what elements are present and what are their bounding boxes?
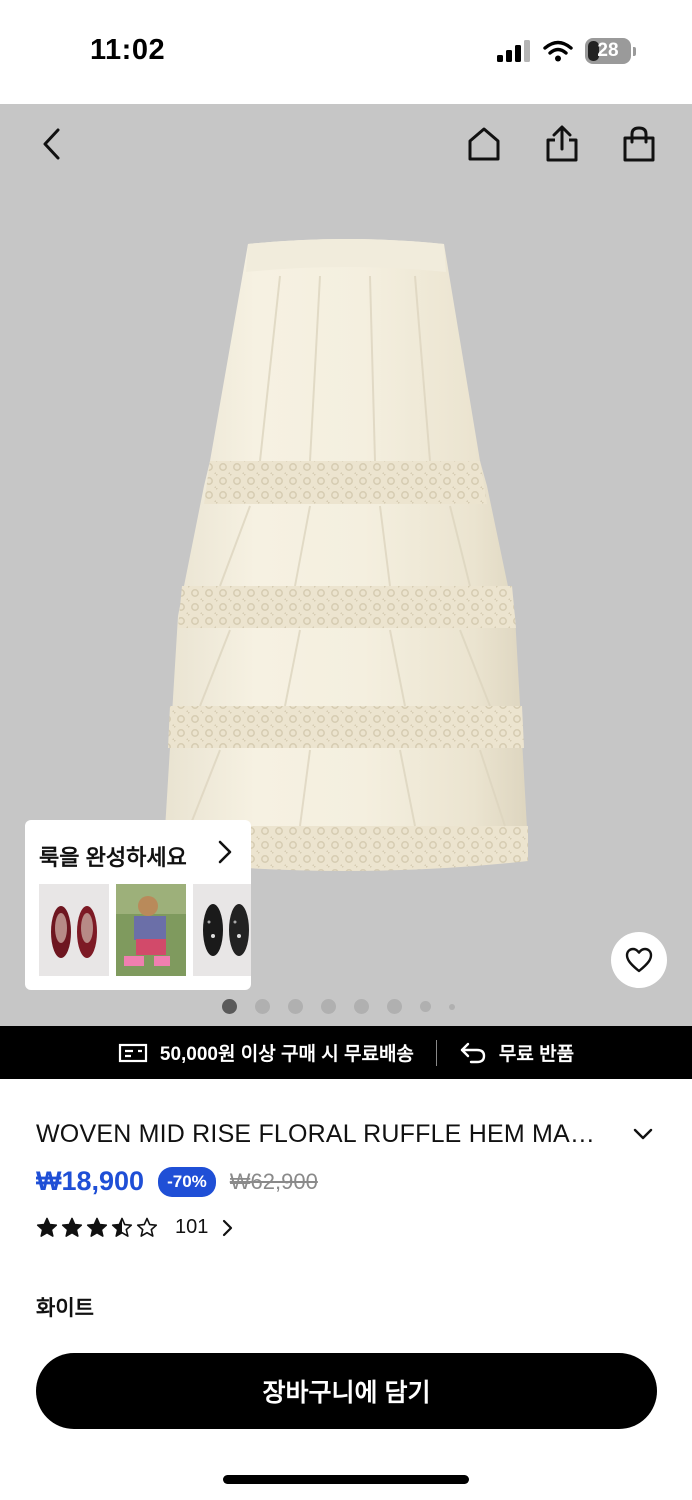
bag-icon (623, 126, 655, 162)
carousel-dot[interactable] (387, 999, 402, 1014)
shopping-bag-button[interactable] (615, 120, 663, 168)
star-icon (136, 1217, 158, 1237)
discount-badge: -70% (158, 1166, 216, 1197)
look-thumb-model[interactable] (116, 884, 186, 976)
complete-the-look-card[interactable]: 룩을 완성하세요 (25, 820, 251, 990)
product-title: WOVEN MID RISE FLORAL RUFFLE HEM MAXI SK… (36, 1119, 596, 1148)
share-icon (546, 125, 578, 162)
chevron-down-icon[interactable] (632, 1127, 654, 1141)
add-to-cart-button[interactable]: 장바구니에 담기 (36, 1353, 657, 1429)
star-icon (61, 1217, 83, 1237)
status-icons: 28 (497, 38, 636, 64)
carousel-dot[interactable] (449, 1003, 455, 1010)
wifi-icon (543, 40, 573, 62)
star-icon (111, 1217, 133, 1237)
free-return-text: 무료 반품 (498, 1044, 575, 1065)
shipping-banner: 50,000원 이상 구매 시 무료배송 무료 반품 (0, 1026, 692, 1079)
carousel-dot[interactable] (222, 999, 237, 1014)
free-shipping-info: 50,000원 이상 구매 시 무료배송 (118, 1039, 414, 1066)
price-row: ₩18,900 -70% ₩62,900 (36, 1166, 318, 1197)
selected-color[interactable]: 화이트 (36, 1292, 94, 1322)
banner-divider (435, 1039, 437, 1066)
back-button[interactable] (28, 120, 76, 168)
red-flats-image (39, 884, 109, 976)
home-button[interactable] (460, 120, 508, 168)
rating-row[interactable]: 101 (36, 1216, 233, 1239)
back-icon (43, 128, 60, 160)
return-icon (460, 1042, 486, 1063)
chevron-right-icon (223, 1219, 233, 1236)
rating-stars (36, 1217, 158, 1238)
model-image (116, 884, 186, 976)
free-shipping-text: 50,000원 이상 구매 시 무료배송 (159, 1044, 414, 1065)
battery-percent: 28 (597, 40, 619, 61)
carousel-dot[interactable] (354, 999, 369, 1014)
status-time: 11:02 (90, 34, 166, 66)
free-return-info: 무료 반품 (459, 1039, 574, 1066)
battery-tip (633, 46, 636, 56)
star-icon (36, 1217, 58, 1237)
status-bar: 11:02 28 (0, 0, 692, 104)
original-price: ₩62,900 (229, 1168, 318, 1194)
chevron-right-icon (218, 840, 232, 864)
share-button[interactable] (538, 120, 586, 168)
product-title-row[interactable]: WOVEN MID RISE FLORAL RUFFLE HEM MAXI SK… (36, 1114, 658, 1154)
look-thumb-black-flats[interactable] (193, 884, 251, 976)
look-thumb-red-flats[interactable] (39, 884, 109, 976)
carousel-dot[interactable] (255, 999, 270, 1014)
carousel-dots (222, 999, 455, 1014)
black-flats-image (193, 884, 251, 976)
carousel-dot[interactable] (420, 1001, 431, 1012)
signal-icon (497, 40, 530, 62)
star-icon (86, 1217, 108, 1237)
battery-icon: 28 (585, 38, 631, 64)
home-indicator (223, 1475, 469, 1484)
home-icon (468, 127, 500, 161)
look-title: 룩을 완성하세요 (39, 845, 187, 870)
product-image-carousel[interactable]: 룩을 완성하세요 (0, 104, 692, 1026)
review-count: 101 (175, 1216, 209, 1238)
truck-icon (118, 1043, 147, 1062)
heart-icon (625, 947, 653, 973)
carousel-dot[interactable] (321, 999, 336, 1014)
sale-price: ₩18,900 (36, 1166, 145, 1196)
carousel-dot[interactable] (288, 999, 303, 1014)
wishlist-button[interactable] (611, 932, 667, 988)
product-image-skirt (164, 239, 528, 871)
